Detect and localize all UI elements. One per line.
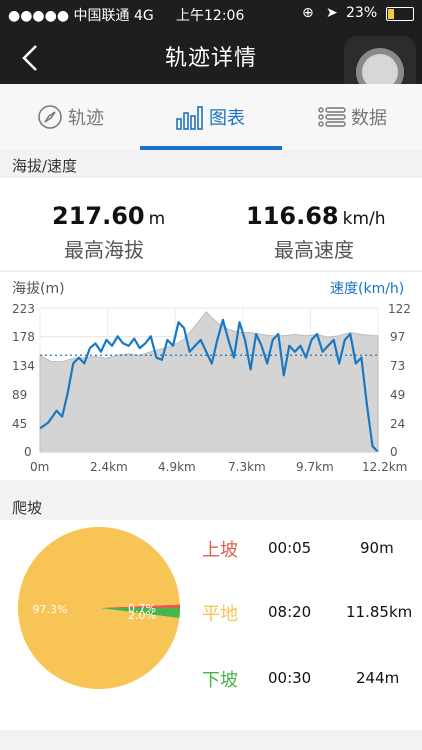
x-tick: 2.4km (90, 460, 128, 474)
tab-chart[interactable]: 图表 (140, 84, 280, 150)
flat-time: 08:20 (268, 603, 312, 621)
summary-panel: 217.60 m 最高海拔 116.68 km/h 最高速度 (0, 178, 422, 270)
tab-chart-label: 图表 (209, 108, 245, 129)
downhill-label: 下坡 (202, 670, 238, 691)
battery-icon (386, 7, 414, 21)
tab-bar: 轨迹 图表 数据 (0, 84, 422, 151)
uphill-time: 00:05 (268, 539, 312, 557)
location-arrow-icon: ➤ (326, 5, 338, 21)
signal-carrier: ●●●●● 中国联通 4G (8, 8, 154, 24)
max-speed-number: 116.68 (246, 202, 339, 230)
clock: 上午12:06 (176, 8, 245, 24)
section-title: 海拔/速度 (12, 157, 78, 175)
max-altitude-value: 217.60 m (52, 202, 165, 230)
x-tick: 4.9km (158, 460, 196, 474)
compass-icon (38, 105, 62, 129)
climb-panel: 97.3% 0.7% 2.0% 上坡 00:05 90m 平地 08:20 11.8… (0, 520, 422, 730)
climb-section-header: 爬坡 (0, 492, 422, 520)
section-title: 爬坡 (12, 499, 43, 517)
max-speed-label: 最高速度 (274, 238, 354, 262)
tab-data-label: 数据 (351, 108, 387, 129)
climb-pie-chart: 97.3% 0.7%2.0% (17, 527, 180, 690)
max-altitude-label: 最高海拔 (64, 238, 144, 262)
max-altitude-number: 217.60 (52, 202, 145, 230)
downhill-time: 00:30 (268, 669, 312, 687)
x-tick: 7.3km (228, 460, 266, 474)
flat-label: 平地 (202, 604, 238, 625)
status-bar: ●●●●● 中国联通 4G 上午12:06 ⊕ ➤ 23% (0, 0, 422, 28)
bar-chart-icon (176, 106, 203, 130)
tab-data[interactable]: 数据 (282, 84, 422, 150)
altitude-area (39, 311, 379, 453)
max-altitude-unit: m (148, 209, 166, 229)
x-tick: 9.7km (296, 460, 334, 474)
x-tick: 12.2km (362, 460, 408, 474)
battery-percent: 23% (346, 5, 378, 21)
list-icon (318, 107, 346, 127)
max-speed-value: 116.68 km/h (246, 202, 386, 230)
nav-bar: 轨迹详情 (0, 28, 422, 108)
x-tick: 0m (30, 460, 50, 474)
downhill-distance: 244m (356, 669, 400, 687)
pie-label-downhill: 2.0% (128, 609, 156, 622)
tab-track-label: 轨迹 (68, 108, 104, 129)
tab-track[interactable]: 轨迹 (0, 84, 140, 150)
altitude-speed-section-header: 海拔/速度 (0, 150, 422, 178)
rotation-lock-icon: ⊕ (302, 5, 314, 21)
altitude-speed-chart (39, 307, 379, 453)
uphill-distance: 90m (360, 539, 394, 557)
max-speed-unit: km/h (342, 209, 386, 229)
pie-label-flat: 97.3% (33, 603, 68, 616)
altitude-speed-chart-panel: 海拔(m) 速度(km/h) 223 178 134 89 45 0 122 9… (0, 272, 422, 480)
flat-distance: 11.85km (346, 603, 413, 621)
uphill-label: 上坡 (202, 540, 238, 561)
